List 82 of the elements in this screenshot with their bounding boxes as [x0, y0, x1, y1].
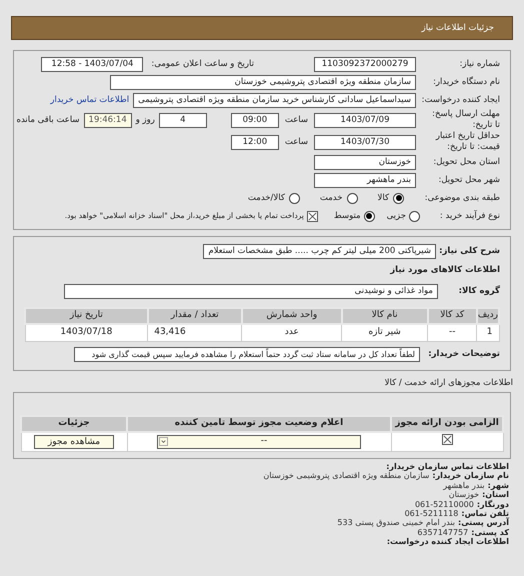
field-value: بندر ماهشهر: [314, 172, 416, 188]
contact-value: 061-5211118: [404, 509, 458, 518]
field-label: مهلت ارسال پاسخ: تا تاریخ:: [431, 109, 500, 131]
column-header: اعلام وضعیت مجوز توسط تامین کننده: [127, 416, 391, 432]
field-label: ساعت: [284, 136, 308, 148]
section-heading: اطلاعات کالاهای مورد نیاز: [388, 264, 500, 277]
radio-button[interactable]: [409, 210, 420, 222]
contact-label: آدرس پستی:: [458, 518, 509, 528]
contact-value: خوزستان: [448, 490, 480, 500]
column-header: واحد شمارش: [242, 308, 342, 324]
section-heading: اطلاعات مجوزهای ارائه خدمت / کالا: [384, 376, 513, 390]
contact-label: کد پستی:: [471, 528, 509, 538]
contact-value: بندر ماهشهر: [443, 480, 485, 490]
field-value: خوزستان: [314, 154, 416, 170]
view-license-button[interactable]: مشاهده مجوز: [34, 434, 114, 448]
field-value: لطفاً تعداد کل در سامانه ستاد ثبت گردد حتماً استعلام را مشاهده فرمایید سپس قیمت گذاری شود: [74, 347, 420, 362]
field-value: 09:00: [230, 112, 279, 128]
buyer-contact-link[interactable]: اطلاعات تماس خریدار: [50, 94, 130, 106]
radio-label: متوسط: [334, 210, 361, 222]
field-label: توضیحات خریدار:: [427, 348, 500, 361]
radio-button[interactable]: [364, 210, 375, 222]
contact-label: نام سازمان خریدار:: [432, 471, 509, 481]
field-label: شماره نیاز:: [458, 58, 500, 70]
field-value: 1103092372000279: [314, 56, 416, 72]
table-cell: --: [428, 324, 477, 341]
field-label: حداقل تاریخ اعتبار قیمت: تا تاریخ:: [434, 131, 500, 153]
section-heading: اطلاعات ایجاد کننده درخواست:: [386, 537, 509, 547]
radio-button[interactable]: [393, 192, 404, 204]
column-header: نام کالا: [342, 308, 428, 324]
contact-label: شهر:: [488, 480, 509, 490]
field-label: استان محل تحویل:: [432, 156, 500, 168]
column-header: جزئیات: [21, 416, 127, 432]
countdown-field: 19:46:14: [84, 112, 132, 128]
radio-label: خدمت: [320, 192, 343, 204]
column-header: کد کالا: [428, 308, 477, 324]
field-value: مواد غذائی و نوشیدنی: [64, 284, 438, 298]
contact-value: 6357147757: [417, 528, 468, 538]
field-label: گروه کالا:: [458, 284, 500, 298]
status-dropdown[interactable]: --: [157, 434, 361, 449]
contact-value: سازمان منطقه ویژه اقتصادی پتروشیمی خوزستان: [263, 471, 430, 481]
field-label: نوع فرآیند خرید :: [438, 210, 500, 222]
field-label: روز و: [136, 114, 155, 126]
field-label: طبقه بندی موضوعی:: [424, 192, 500, 204]
table-cell: عدد: [242, 324, 342, 341]
table-cell: 43,416: [148, 324, 242, 341]
caret-icon: [159, 437, 168, 446]
field-label: شهر محل تحویل:: [437, 174, 500, 186]
radio-label: کالا: [378, 192, 389, 204]
table-cell: 1: [476, 324, 499, 341]
contact-label: دورنگار:: [476, 500, 509, 510]
field-value: 1403/07/04 - 12:58: [41, 56, 144, 72]
contact-value: بندر امام خمینی صندوق پستی 533: [337, 518, 456, 528]
column-header: الزامی بودن ارائه مجوز: [391, 416, 503, 432]
table-cell: 1403/07/18: [25, 324, 148, 341]
contact-value: 061-52110000: [414, 500, 474, 510]
field-label: ایجاد کننده درخواست:: [420, 94, 500, 106]
field-value: سازمان منطقه ویژه اقتصادی پتروشیمی خوزستان: [110, 74, 416, 90]
field-value: 1403/07/09: [314, 112, 416, 128]
radio-button[interactable]: [346, 192, 358, 204]
section-heading: اطلاعات تماس سازمان خریدار:: [386, 462, 509, 472]
field-value: سیداسماعیل ساداتی کارشناس خرید سازمان منطقه ویژه اقتصادی پتروشیمی: [133, 92, 416, 108]
contact-label: استان:: [482, 490, 509, 500]
column-header: تاریخ نیاز: [25, 308, 148, 324]
field-label: تاریخ و ساعت اعلان عمومی:: [151, 58, 254, 70]
field-label: ساعت باقی مانده: [16, 114, 80, 126]
field-label: ساعت: [284, 114, 308, 126]
column-header: ردیف: [476, 308, 499, 324]
table-cell: شیر تازه: [342, 324, 428, 341]
radio-label: کالا/خدمت: [248, 192, 285, 204]
field-value: 4: [158, 112, 207, 128]
field-value: 12:00: [230, 134, 279, 150]
field-value: شیرپاکتی 200 میلی لیتر کم چرب ..... طبق مشخصات استعلام: [203, 244, 436, 258]
contact-label: تلفن تماس:: [461, 509, 509, 518]
radio-label: جزیی: [386, 210, 406, 222]
radio-button[interactable]: [288, 192, 300, 204]
page-title: جزئیات اطلاعات نیاز: [422, 22, 494, 34]
checkbox[interactable]: [306, 210, 318, 222]
column-header: تعداد / مقدار: [148, 308, 242, 324]
checkbox[interactable]: [442, 434, 452, 445]
field-label: نام دستگاه خریدار:: [432, 76, 500, 88]
field-value: 1403/07/30: [314, 134, 416, 150]
field-label: شرح کلی نیاز:: [438, 244, 500, 258]
